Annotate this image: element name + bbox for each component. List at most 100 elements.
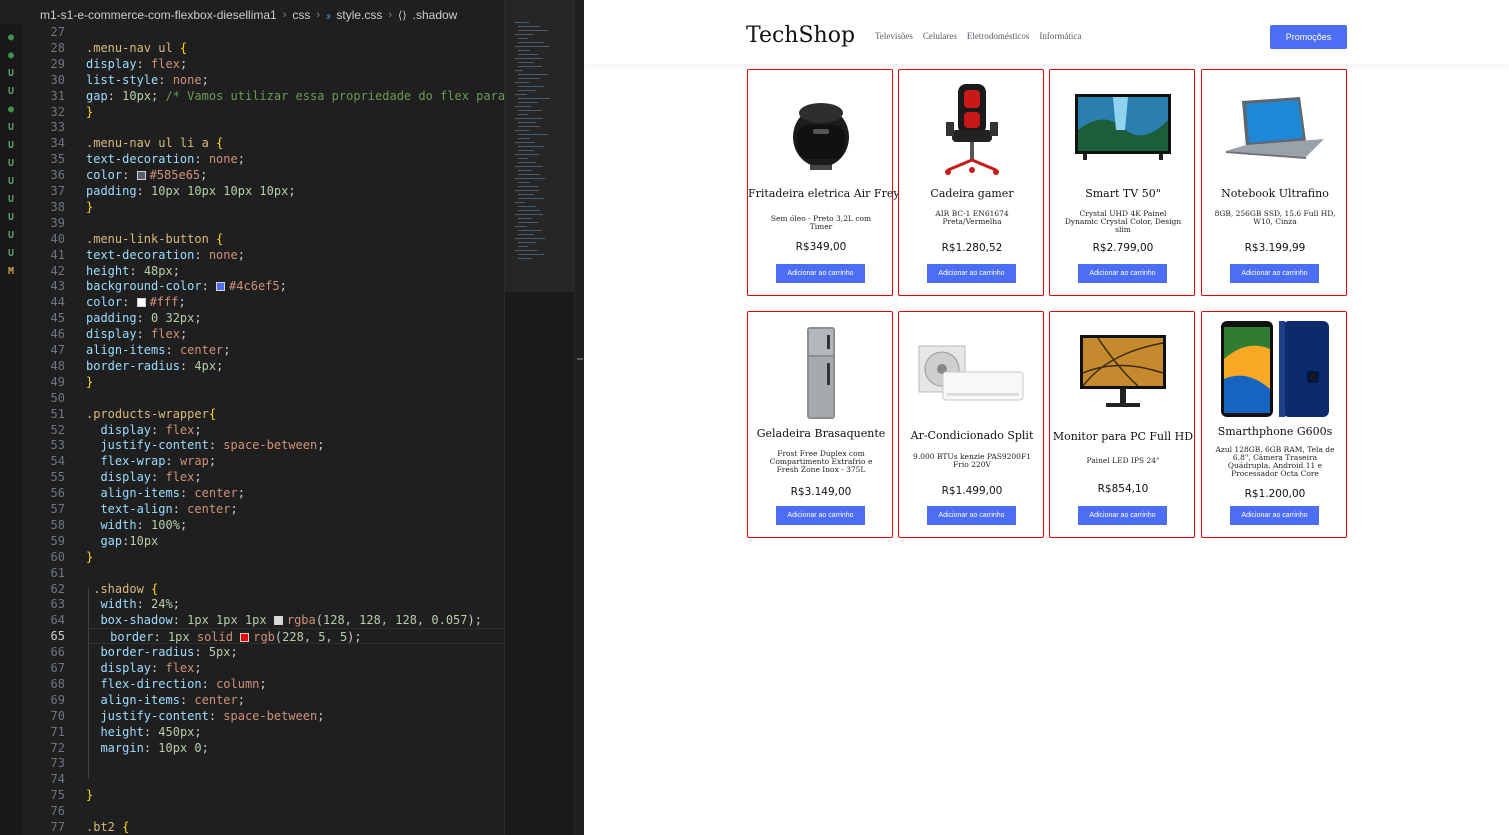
line-number: 35	[50, 152, 65, 166]
code-line[interactable]: .menu-nav ul li a {	[86, 135, 223, 151]
code-line[interactable]: background-color: #4c6ef5;	[86, 278, 287, 294]
code-line[interactable]: padding: 10px 10px 10px 10px;	[86, 183, 296, 199]
code-line[interactable]: flex-wrap: wrap;	[86, 453, 216, 469]
code-token: 48px	[143, 264, 173, 278]
code-line[interactable]: display: flex;	[86, 326, 187, 342]
color-swatch-icon[interactable]	[136, 171, 146, 180]
minimap-line	[518, 98, 550, 99]
code-token: ;	[288, 184, 296, 198]
color-swatch-icon[interactable]	[273, 616, 283, 625]
minimap-line	[518, 146, 544, 147]
promotions-button[interactable]: Promoções	[1270, 25, 1347, 49]
minimap-line	[518, 122, 536, 123]
code-line[interactable]: width: 24%;	[86, 596, 180, 612]
nav-link-televisoes[interactable]: Televisões	[875, 31, 913, 41]
code-token: :	[165, 454, 180, 468]
code-token: 1px 1px 1px	[187, 613, 274, 627]
code-line[interactable]: border-radius: 5px;	[86, 644, 237, 660]
code-line[interactable]: }	[86, 549, 93, 565]
product-card: Ar-Condicionado Split 9.000 BTUs kenzie P…	[898, 311, 1044, 538]
color-swatch-icon[interactable]	[216, 282, 226, 291]
breadcrumb-subfolder[interactable]: css	[292, 8, 310, 22]
minimap-line	[515, 190, 539, 191]
code-line[interactable]: .bt2 {	[86, 819, 129, 835]
code-token: none	[208, 152, 238, 166]
breadcrumb-selector[interactable]: .shadow	[413, 8, 458, 22]
code-line[interactable]: align-items: center;	[86, 692, 245, 708]
color-swatch-icon[interactable]	[240, 633, 250, 642]
add-to-cart-button[interactable]: Adicionar ao carrinho	[776, 264, 865, 283]
code-line[interactable]: height: 48px;	[86, 263, 180, 279]
code-line[interactable]: color: #585e65;	[86, 167, 207, 183]
line-number: 41	[50, 248, 65, 262]
minimap-line	[518, 90, 536, 91]
code-line[interactable]: align-items: center;	[86, 485, 245, 501]
breadcrumb-file[interactable]: style.css	[336, 8, 382, 22]
product-name: Geladeira Brasaquente	[756, 427, 886, 440]
code-line[interactable]: box-shadow: 1px 1px 1px rgba(128, 128, 1…	[86, 612, 482, 628]
add-to-cart-button[interactable]: Adicionar ao carrinho	[1078, 264, 1167, 283]
code-line[interactable]: flex-direction: column;	[86, 676, 266, 692]
code-line[interactable]: .products-wrapper{	[86, 406, 216, 422]
code-token: ;	[179, 57, 188, 71]
code-line[interactable]: .shadow {	[86, 581, 158, 597]
code-token: :	[107, 89, 123, 103]
add-to-cart-button[interactable]: Adicionar ao carrinho	[776, 506, 865, 525]
code-line[interactable]: text-align: center;	[86, 501, 237, 517]
code-line[interactable]: }	[86, 104, 93, 120]
code-token: 128, 128, 128, 0.057	[323, 613, 468, 627]
code-area[interactable]: .menu-nav ul {display: flex; list-style: …	[86, 24, 504, 835]
code-line[interactable]: .menu-link-button {	[86, 231, 223, 247]
line-number: 48	[50, 359, 65, 373]
line-number-gutter: 27 28 29 30 31 32 33 34 35 36 37 38 39 40 41 42 43 44 45 46…	[22, 24, 72, 835]
nav-link-celulares[interactable]: Celulares	[923, 31, 957, 41]
git-status-marker: U	[7, 68, 15, 79]
add-to-cart-button[interactable]: Adicionar ao carrinho	[927, 506, 1016, 525]
code-line[interactable]: }	[86, 199, 93, 215]
code-line[interactable]: gap:10px	[86, 533, 158, 549]
code-line[interactable]: text-decoration: none;	[86, 247, 245, 263]
code-line[interactable]: margin: 10px 0;	[86, 740, 208, 756]
code-line[interactable]: display: flex;	[86, 469, 201, 485]
code-line[interactable]: height: 450px;	[86, 724, 201, 740]
code-line[interactable]: color: #fff;	[86, 294, 186, 310]
smartphone-icon	[1202, 314, 1348, 424]
code-line[interactable]: }	[86, 374, 93, 390]
code-line[interactable]: .menu-nav ul {	[86, 40, 187, 56]
code-line[interactable]: text-decoration: none;	[86, 151, 245, 167]
code-line[interactable]: list-style: none;	[86, 72, 209, 88]
add-to-cart-button[interactable]: Adicionar ao carrinho	[927, 264, 1016, 283]
code-editor-pane[interactable]: ● ● U U ● U U U U U U U U M m1-s1-e-commerce-com-flex…	[0, 0, 584, 835]
scrollbar-thumb[interactable]	[577, 358, 583, 360]
add-to-cart-button[interactable]: Adicionar ao carrinho	[1230, 264, 1319, 283]
code-line[interactable]: justify-content: space-between;	[86, 708, 324, 724]
code-token: center	[179, 343, 224, 357]
vertical-scrollbar[interactable]	[574, 0, 584, 835]
site-logo[interactable]: TechShop	[746, 23, 855, 48]
minimap[interactable]	[504, 0, 575, 835]
nav-link-eletrodomesticos[interactable]: Eletrodomésticos	[967, 31, 1030, 41]
color-swatch-icon[interactable]	[136, 298, 146, 307]
code-line[interactable]: gap: 10px; /* Vamos utilizar essa propri…	[86, 88, 504, 104]
code-line[interactable]: padding: 0 32px;	[86, 310, 202, 326]
code-line[interactable]: border-radius: 4px;	[86, 358, 223, 374]
add-to-cart-button[interactable]: Adicionar ao carrinho	[1078, 506, 1167, 525]
add-to-cart-button[interactable]: Adicionar ao carrinho	[1230, 506, 1319, 525]
breadcrumb-folder[interactable]: m1-s1-e-commerce-com-flexbox-diesellima1	[40, 8, 277, 22]
code-token: :	[153, 630, 168, 644]
code-line[interactable]: display: flex;	[86, 660, 201, 676]
code-line[interactable]: border: 1px solid rgb(228, 5, 5);	[86, 628, 504, 644]
code-line[interactable]: display: flex;	[86, 56, 187, 72]
product-price: R$3.149,00	[790, 486, 852, 498]
indent-guide	[88, 588, 89, 779]
nav-link-informatica[interactable]: Informática	[1039, 31, 1081, 41]
code-line[interactable]: width: 100%;	[86, 517, 187, 533]
code-line[interactable]: justify-content: space-between;	[86, 437, 324, 453]
code-token: :	[136, 57, 152, 71]
code-line[interactable]: }	[86, 787, 93, 803]
code-token: ;	[200, 168, 208, 182]
code-line[interactable]: align-items: center;	[86, 342, 231, 358]
product-card: Smarthphone G600s Azul 128GB, 6GB RAM, Te…	[1201, 311, 1347, 538]
code-line[interactable]: display: flex;	[86, 422, 201, 438]
